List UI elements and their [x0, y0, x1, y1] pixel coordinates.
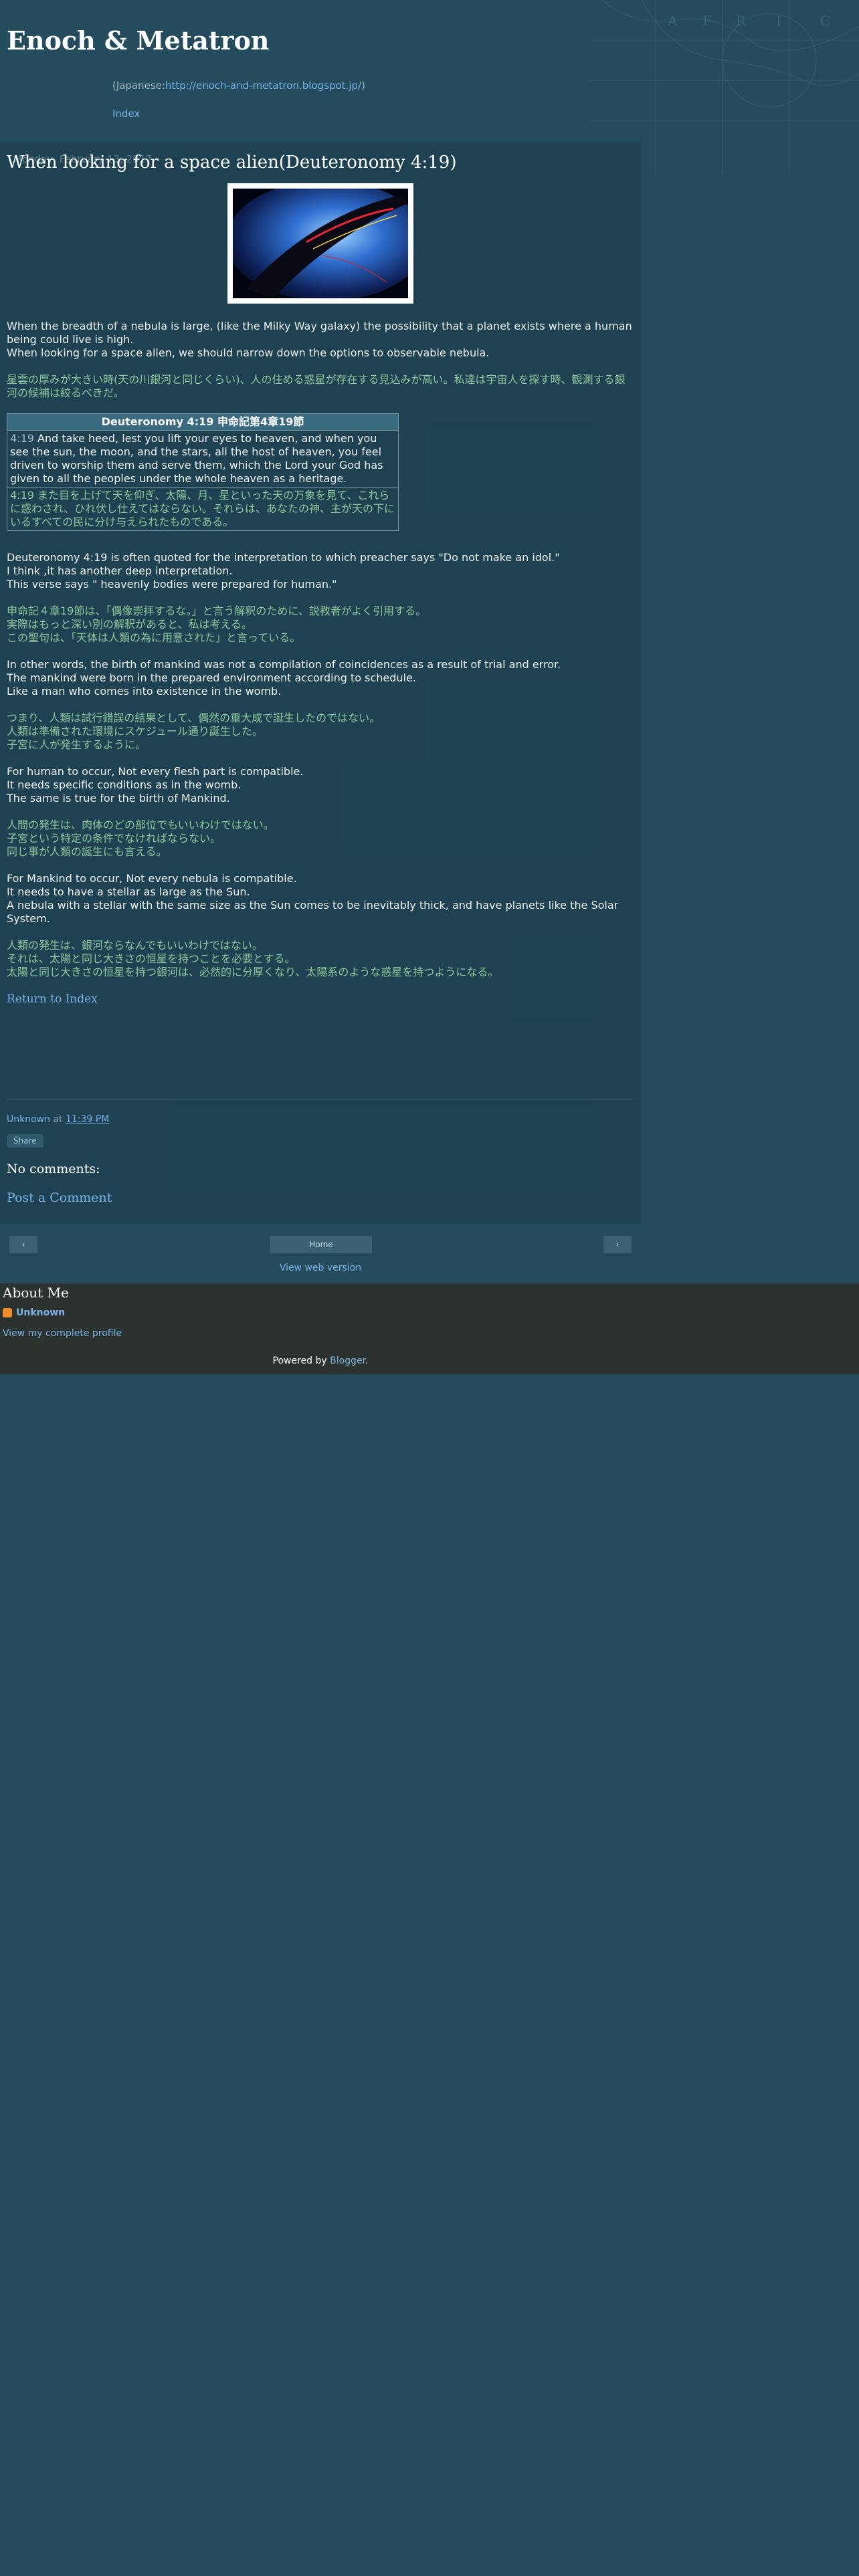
- blog-description: (Japanese:http://enoch-and-metatron.blog…: [112, 80, 859, 92]
- line: この聖句は、「天体は人類の為に用意された」と言っている。: [7, 631, 301, 644]
- view-profile-link[interactable]: View my complete profile: [3, 1328, 122, 1339]
- line: 人類は準備された環境にスケジュール通り誕生した。: [7, 725, 263, 738]
- about-me-section: About Me Unknown View my complete profil…: [0, 1283, 859, 1374]
- verse-text: また目を上げて天を仰ぎ、太陽、月、星といった天の万象を見て、これらに惑わされ、ひ…: [10, 489, 395, 528]
- line: The same is true for the birth of Mankin…: [7, 792, 230, 804]
- line: I think ,it has another deep interpretat…: [7, 564, 233, 577]
- paragraph-en-1: When the breadth of a nebula is large, (…: [7, 320, 632, 360]
- powered-by-dot: .: [365, 1356, 369, 1366]
- line: それは、太陽と同じ大きさの恒星を持つことを必要とする。: [7, 952, 296, 965]
- verse-table-header: Deuteronomy 4:19 申命記第4章19節: [7, 413, 399, 431]
- profile-name-link[interactable]: Unknown: [16, 1307, 65, 1318]
- view-web-version-link[interactable]: View web version: [280, 1263, 361, 1273]
- home-button[interactable]: Home: [270, 1236, 372, 1253]
- post-meta: Unknown at 11:39 PM: [7, 1114, 109, 1125]
- paragraph-jp-5: 人類の発生は、銀河ならなんでもいいわけではない。 それは、太陽と同じ大きさの恒星…: [7, 939, 632, 979]
- timestamp-link[interactable]: 11:39 PM: [66, 1114, 109, 1125]
- paragraph-en-3: In other words, the birth of mankind was…: [7, 658, 632, 698]
- post-title: When looking for a space alien(Deuterono…: [7, 152, 457, 173]
- line: 太陽と同じ大きさの恒星を持つ銀河は、必然的に分厚くなり、太陽系のような惑星を持つ…: [7, 966, 499, 978]
- blog-header: Enoch & Metatron (Japanese:http://enoch-…: [0, 0, 859, 165]
- blog-title[interactable]: Enoch & Metatron: [7, 25, 859, 56]
- line: 申命記４章19節は、「偶像崇拝するな。」と言う解釈のために、説教者がよく引用する…: [7, 605, 427, 617]
- powered-by-text: Powered by: [272, 1356, 330, 1366]
- japanese-blog-link[interactable]: http://enoch-and-metatron.blogspot.jp/: [165, 80, 361, 92]
- index-link[interactable]: Index: [112, 108, 859, 120]
- line: 子宮という特定の条件でなければならない。: [7, 832, 221, 845]
- line: For Mankind to occur, Not every nebula i…: [7, 872, 297, 885]
- blogger-icon: [3, 1308, 12, 1317]
- line: A nebula with a stellar with the same si…: [7, 899, 619, 925]
- post-image[interactable]: [227, 183, 413, 304]
- return-to-index-link[interactable]: Return to Index: [7, 992, 98, 1006]
- line: Deuteronomy 4:19 is often quoted for the…: [7, 551, 560, 564]
- verse-text: And take heed, lest you lift your eyes t…: [10, 432, 383, 485]
- share-button[interactable]: Share: [7, 1134, 43, 1148]
- line: 人類の発生は、銀河ならなんでもいいわけではない。: [7, 939, 263, 952]
- paragraph-jp-4: 人間の発生は、肉体のどの部位でもいいわけではない。 子宮という特定の条件でなけれ…: [7, 819, 632, 859]
- older-post-button[interactable]: ›: [603, 1236, 632, 1253]
- galaxy-image: [233, 189, 408, 298]
- line: 同じ事が人類の誕生にも言える。: [7, 845, 167, 858]
- paragraph-jp-3: つまり、人類は試行錯誤の結果として、偶然の重大成で誕生したのではない。 人類は準…: [7, 712, 632, 752]
- line: It needs to have a stellar as large as t…: [7, 885, 250, 898]
- line: 子宮に人が発生するように。: [7, 738, 147, 751]
- line: つまり、人類は試行錯誤の結果として、偶然の重大成で誕生したのではない。: [7, 712, 381, 724]
- verse-jp: 4:19 また目を上げて天を仰ぎ、太陽、月、星といった天の万象を見て、これらに惑…: [7, 487, 399, 531]
- line: When the breadth of a nebula is large, (…: [7, 320, 632, 346]
- about-me-title: About Me: [3, 1285, 69, 1301]
- verse-number: 4:19: [10, 432, 34, 445]
- powered-by: Powered by Blogger.: [0, 1356, 641, 1366]
- post-body: When the breadth of a nebula is large, (…: [7, 320, 632, 1019]
- meta-at: at: [50, 1114, 66, 1125]
- verse-table: Deuteronomy 4:19 申命記第4章19節 4:19 And take…: [7, 413, 399, 531]
- line: Like a man who comes into existence in t…: [7, 685, 282, 697]
- line: 実際はもっと深い別の解釈があると、私は考える。: [7, 618, 252, 631]
- line: In other words, the birth of mankind was…: [7, 658, 561, 671]
- paragraph-en-4: For human to occur, Not every flesh part…: [7, 765, 632, 805]
- line: It needs specific conditions as in the w…: [7, 778, 242, 791]
- paragraph-jp-2: 申命記４章19節は、「偶像崇拝するな。」と言う解釈のために、説教者がよく引用する…: [7, 605, 632, 645]
- desc-prefix: (Japanese:: [112, 80, 166, 92]
- paragraph-en-5: For Mankind to occur, Not every nebula i…: [7, 872, 632, 926]
- paragraph-jp-1: 星雲の厚みが大きい時(天の川銀河と同じくらい)、人の住める惑星が存在する見込みが…: [7, 373, 626, 399]
- verse-en: 4:19 And take heed, lest you lift your e…: [7, 430, 399, 488]
- post: When looking for a space alien(Deuterono…: [7, 152, 632, 1006]
- author-link[interactable]: Unknown: [7, 1114, 50, 1125]
- line: This verse says " heavenly bodies were p…: [7, 578, 337, 591]
- blogger-link[interactable]: Blogger: [330, 1356, 365, 1366]
- line: For human to occur, Not every flesh part…: [7, 765, 304, 778]
- line: When looking for a space alien, we shoul…: [7, 346, 490, 359]
- post-comment-link[interactable]: Post a Comment: [7, 1190, 112, 1205]
- web-version-container: View web version: [0, 1263, 641, 1273]
- comments-heading: No comments:: [7, 1162, 100, 1176]
- line: The mankind were born in the prepared en…: [7, 671, 416, 684]
- line: 人間の発生は、肉体のどの部位でもいいわけではない。: [7, 819, 274, 831]
- verse-number: 4:19: [10, 489, 34, 502]
- newer-post-button[interactable]: ‹: [9, 1236, 37, 1253]
- paragraph-en-2: Deuteronomy 4:19 is often quoted for the…: [7, 551, 632, 591]
- desc-suffix: ): [361, 80, 365, 92]
